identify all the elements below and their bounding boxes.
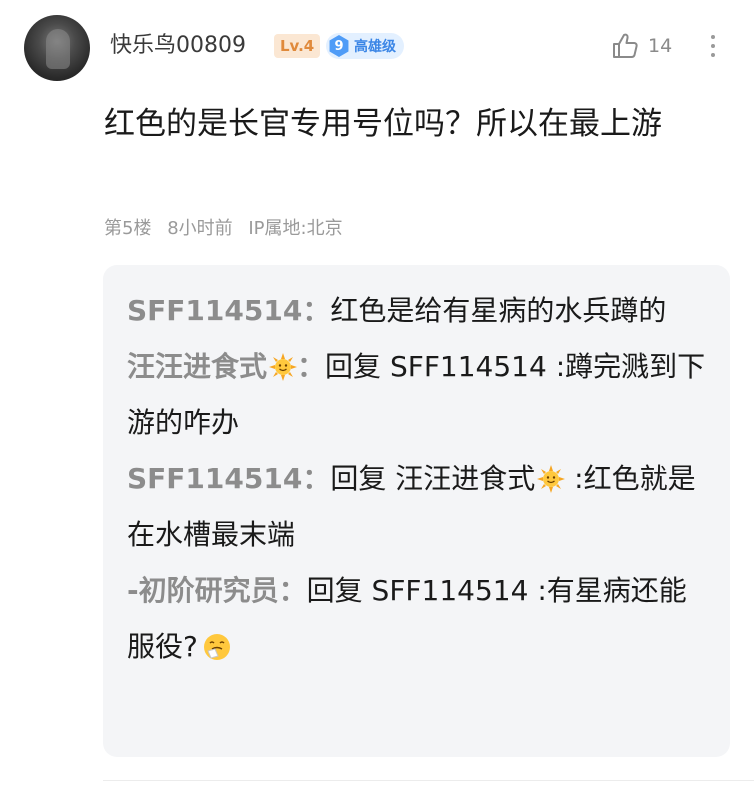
reply-target[interactable]: SFF114514 — [390, 350, 547, 383]
rank-hexagon-icon: 9 — [329, 35, 349, 57]
reply-separator: ： — [302, 294, 331, 327]
dot — [711, 53, 715, 57]
post-time: 8小时前 — [167, 218, 233, 239]
sneezing-face-emoji-icon — [203, 634, 230, 660]
rank-badge: 9 高雄级 — [326, 33, 404, 59]
reply-separator: ： — [302, 462, 331, 495]
reply-author[interactable]: 汪汪进食式 — [127, 350, 267, 383]
reply-item[interactable]: SFF114514：红色是给有星病的水兵蹲的 — [127, 283, 706, 339]
reply-prefix: 回复 — [325, 350, 390, 383]
sun-face-emoji-icon — [269, 353, 298, 381]
reply-item[interactable]: 汪汪进食式 ：回复 SFF114514 :蹲完溅到下游的咋办 — [127, 339, 706, 451]
ip-location: IP属地:北京 — [248, 218, 343, 239]
post-meta: 第5楼 8小时前 IP属地:北京 — [104, 216, 353, 242]
level-badge: Lv.4 — [274, 34, 321, 58]
reply-author[interactable]: SFF114514 — [127, 294, 302, 327]
reply-target[interactable]: SFF114514 — [372, 574, 529, 607]
like-count: 14 — [648, 35, 673, 57]
reply-prefix: 回复 — [330, 462, 396, 495]
reply-target-separator: : — [565, 462, 584, 495]
thumbs-up-icon — [613, 33, 638, 58]
avatar-figure — [46, 29, 70, 69]
reply-separator: ： — [297, 350, 326, 383]
reply-list[interactable]: SFF114514：红色是给有星病的水兵蹲的 汪汪进食式 ：回复 SFF1145… — [103, 265, 730, 757]
divider — [103, 780, 754, 781]
rank-label: 高雄级 — [354, 39, 396, 55]
reply-target-separator: : — [546, 350, 566, 383]
like-button[interactable]: 14 — [610, 28, 672, 64]
more-options-icon[interactable] — [702, 28, 724, 64]
avatar[interactable] — [24, 15, 90, 81]
floor-number: 第5楼 — [104, 218, 152, 239]
reply-item[interactable]: SFF114514：回复 汪汪进食式 :红色就是在水槽最末端 — [127, 451, 706, 563]
dot — [711, 35, 715, 39]
post-content: 红色的是长官专用号位吗？所以在最上游 — [104, 106, 662, 142]
sun-face-emoji-icon — [537, 465, 566, 493]
reply-prefix: 回复 — [306, 574, 372, 607]
reply-author[interactable]: -初阶研究员 — [127, 574, 279, 607]
dot — [711, 44, 715, 48]
reply-text: 红色是给有星病的水兵蹲的 — [330, 294, 667, 327]
reply-target[interactable]: 汪汪进食式 — [395, 462, 535, 495]
reply-item[interactable]: -初阶研究员：回复 SFF114514 :有星病还能服役? — [127, 563, 706, 675]
username[interactable]: 快乐鸟00809 — [110, 30, 246, 62]
reply-separator: ： — [278, 574, 307, 607]
reply-target-separator: : — [528, 574, 547, 607]
reply-author[interactable]: SFF114514 — [127, 462, 302, 495]
